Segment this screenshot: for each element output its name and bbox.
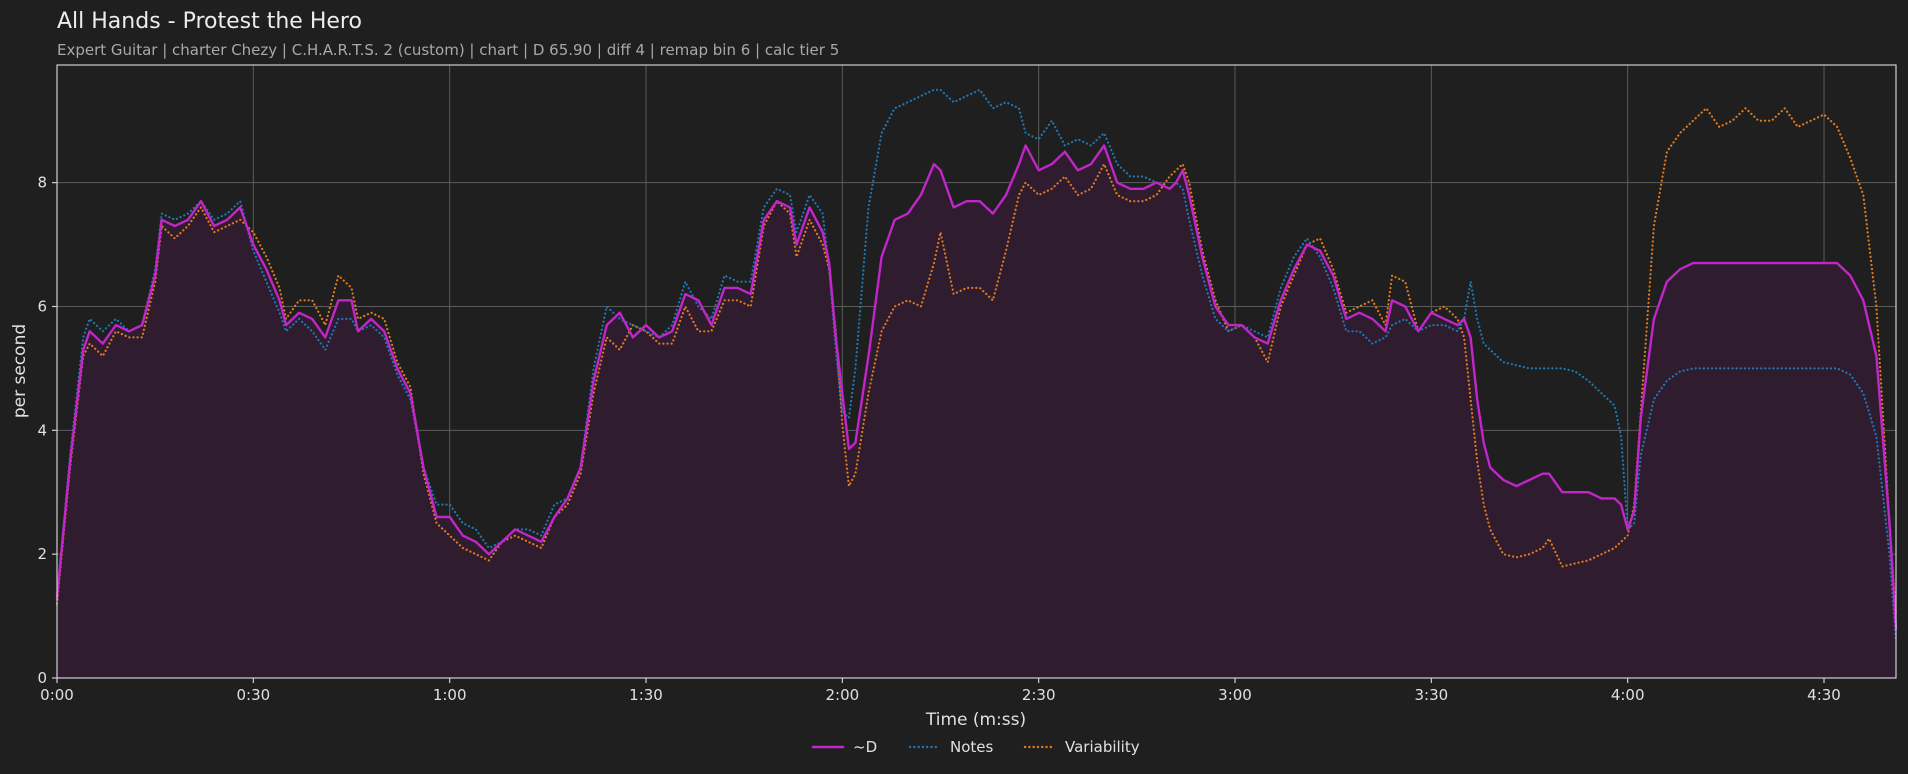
y-tick-label: 2 bbox=[37, 545, 47, 563]
y-tick-label: 0 bbox=[37, 669, 47, 687]
legend-label: ~D bbox=[853, 738, 877, 756]
chart-svg: All Hands - Protest the Hero Expert Guit… bbox=[10, 9, 1898, 756]
x-tick-label: 0:30 bbox=[236, 686, 270, 704]
chart-subtitle: Expert Guitar | charter Chezy | C.H.A.R.… bbox=[57, 41, 839, 59]
x-tick-label: 3:00 bbox=[1218, 686, 1252, 704]
x-tick-label: 2:30 bbox=[1022, 686, 1056, 704]
x-tick-label: 2:00 bbox=[825, 686, 859, 704]
x-tick-label: 4:00 bbox=[1611, 686, 1645, 704]
legend-label: Notes bbox=[950, 738, 994, 756]
x-tick-label: 1:00 bbox=[433, 686, 467, 704]
legend-label: Variability bbox=[1065, 738, 1140, 756]
y-tick-label: 4 bbox=[37, 421, 47, 439]
x-axis-ticks: 0:00 0:30 1:00 1:30 2:00 2:30 3:00 3:30 4:00 4:30 bbox=[40, 678, 1841, 704]
x-tick-label: 4:30 bbox=[1807, 686, 1841, 704]
chart-container: All Hands - Protest the Hero Expert Guit… bbox=[0, 0, 1908, 774]
y-axis-ticks: 0 2 4 6 8 bbox=[37, 174, 57, 687]
y-tick-label: 8 bbox=[37, 174, 47, 192]
x-tick-label: 1:30 bbox=[629, 686, 663, 704]
legend: ~D Notes Variability bbox=[811, 738, 1140, 756]
y-tick-label: 6 bbox=[37, 297, 47, 315]
x-tick-label: 0:00 bbox=[40, 686, 74, 704]
x-tick-label: 3:30 bbox=[1414, 686, 1448, 704]
x-axis-label: Time (m:ss) bbox=[925, 710, 1026, 730]
chart-title: All Hands - Protest the Hero bbox=[57, 9, 362, 34]
y-axis-label: per second bbox=[10, 324, 30, 418]
